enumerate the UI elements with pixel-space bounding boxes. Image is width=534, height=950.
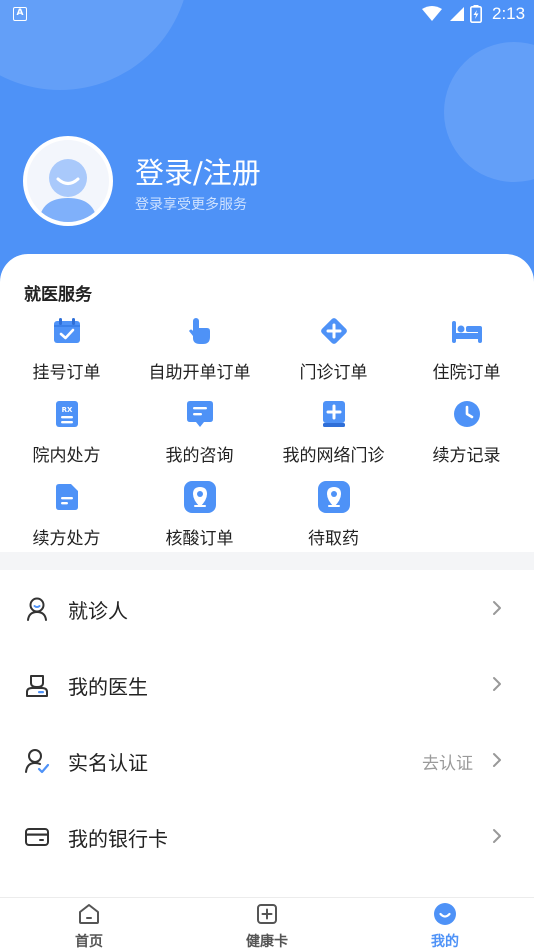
service-hospital-prescription[interactable]: RX 院内处方 (0, 397, 133, 475)
tab-label: 健康卡 (246, 934, 288, 950)
clock-icon (453, 401, 480, 427)
service-label: 门诊订单 (299, 363, 368, 383)
tab-mine[interactable]: 我的 (356, 898, 534, 950)
medical-book-icon (322, 401, 345, 427)
chevron-right-icon (493, 829, 501, 843)
decorative-circle (444, 42, 534, 182)
menu-label: 实名认证 (68, 751, 148, 775)
tab-home[interactable]: 首页 (0, 898, 178, 950)
service-outpatient-orders[interactable]: 门诊订单 (267, 314, 400, 392)
chevron-right-icon (493, 753, 501, 767)
service-online-clinic[interactable]: 我的网络门诊 (267, 397, 400, 475)
service-label: 待取药 (308, 529, 359, 549)
menu-label: 我的医生 (68, 675, 148, 699)
calendar-check-icon (53, 318, 80, 343)
tab-label: 我的 (431, 934, 459, 950)
prescription-rx-icon: RX (55, 401, 78, 427)
wifi-icon (422, 6, 442, 21)
service-label: 我的网络门诊 (282, 446, 385, 466)
hand-pointer-icon (188, 318, 210, 344)
bank-card-icon (25, 828, 49, 846)
doctor-icon (26, 675, 48, 697)
patient-icon (27, 597, 47, 621)
service-renewal-records[interactable]: 续方记录 (400, 397, 533, 475)
service-inpatient-orders[interactable]: 住院订单 (400, 314, 533, 392)
health-card-icon (257, 904, 277, 924)
service-label: 挂号订单 (32, 363, 101, 383)
menu-item-patients[interactable]: 就诊人 (0, 570, 534, 646)
service-nucleic-acid-orders[interactable]: 核酸订单 (133, 480, 266, 558)
status-time: 2:13 (492, 4, 526, 23)
menu-item-bank-card[interactable]: 我的银行卡 (0, 798, 534, 874)
section-divider (0, 552, 534, 570)
svg-text:RX: RX (61, 406, 72, 414)
chevron-right-icon (493, 601, 501, 615)
verified-user-icon (25, 749, 50, 774)
avatar[interactable] (23, 136, 113, 226)
location-pin-icon (317, 481, 350, 513)
chat-bubble-icon (186, 401, 213, 427)
location-pin-icon (183, 481, 216, 513)
document-icon (55, 484, 78, 510)
chevron-right-icon (493, 677, 501, 691)
menu-label: 我的银行卡 (68, 827, 168, 851)
service-pending-medicine[interactable]: 待取药 (267, 480, 400, 558)
smile-profile-icon (434, 903, 456, 925)
service-label: 住院订单 (432, 363, 501, 383)
status-bar: A 2:13 (0, 0, 534, 28)
service-registration-orders[interactable]: 挂号订单 (0, 314, 133, 392)
service-renewal-prescription[interactable]: 续方处方 (0, 480, 133, 558)
tab-health-card[interactable]: 健康卡 (178, 898, 356, 950)
menu-item-real-name-verification[interactable]: 实名认证 去认证 (0, 722, 534, 798)
service-label: 续方记录 (432, 446, 501, 466)
diamond-plus-icon (320, 318, 347, 344)
service-my-consultation[interactable]: 我的咨询 (133, 397, 266, 475)
service-label: 续方处方 (32, 529, 101, 549)
home-icon (79, 904, 99, 924)
menu-item-my-doctor[interactable]: 我的医生 (0, 646, 534, 722)
login-register-link[interactable]: 登录/注册 (135, 150, 261, 192)
tab-label: 首页 (75, 934, 103, 950)
service-label: 核酸订单 (165, 529, 234, 549)
login-subtitle: 登录享受更多服务 (135, 197, 247, 213)
hospital-bed-icon (451, 321, 482, 343)
service-label: 院内处方 (32, 446, 101, 466)
app-badge-icon: A (13, 7, 27, 21)
service-label: 自助开单订单 (148, 363, 251, 383)
menu-label: 就诊人 (68, 599, 128, 623)
services-section-title: 就医服务 (24, 285, 92, 305)
default-avatar-icon (39, 159, 97, 222)
service-self-order[interactable]: 自助开单订单 (133, 314, 266, 392)
profile-header: A 2:13 登录/注册 登录享受更多服务 (0, 0, 534, 290)
bottom-tab-bar: 首页 健康卡 我的 (0, 897, 534, 950)
verify-hint: 去认证 (422, 754, 473, 774)
battery-icon (470, 5, 482, 23)
signal-icon (450, 7, 464, 21)
service-label: 我的咨询 (165, 446, 234, 466)
